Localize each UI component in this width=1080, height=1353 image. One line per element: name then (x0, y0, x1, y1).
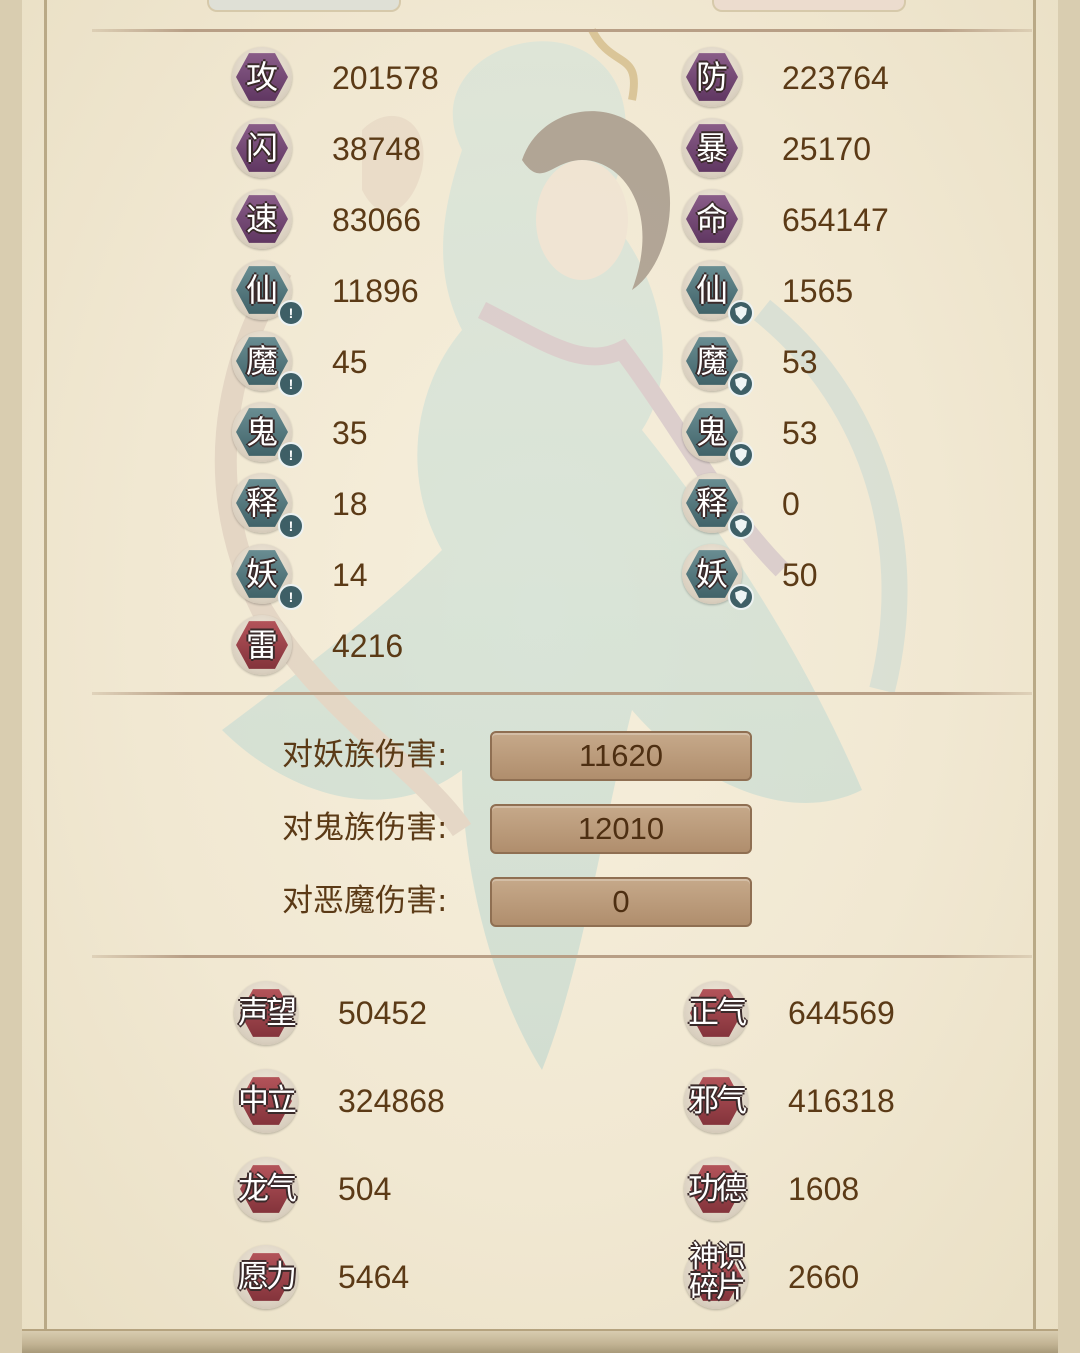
reputation-label: 神识碎片 (689, 1240, 746, 1305)
shield-icon (728, 371, 754, 397)
shield-icon (728, 300, 754, 326)
shield-shape (735, 590, 747, 604)
shield-shape (735, 448, 747, 462)
frame-bottom-bar (22, 1329, 1058, 1353)
stat-value: 11896 (332, 273, 419, 309)
divider-middle (92, 692, 1032, 695)
stat-value: 50 (782, 557, 818, 593)
stat-badge: 魔! (232, 331, 304, 397)
stat-label: 闪 (245, 129, 278, 167)
divider-bottom (92, 955, 1032, 958)
frame-border-right (1033, 0, 1036, 1353)
reputation-label: 龙气 (238, 1171, 297, 1207)
stat-value: 14 (332, 557, 368, 593)
shield-icon (728, 442, 754, 468)
stat-value: 4216 (332, 628, 404, 664)
stat-value: 201578 (332, 60, 439, 96)
stat-value: 18 (332, 486, 368, 522)
stat-value: 53 (782, 344, 818, 380)
stat-badge: 释 (682, 473, 754, 539)
stat-label: 命 (695, 200, 728, 238)
shield-icon (728, 513, 754, 539)
damage-value-box: 12010 (490, 804, 752, 854)
damage-value-box: 11620 (490, 731, 752, 781)
stat-badge: 攻 (232, 47, 292, 107)
reputation-value: 2660 (788, 1259, 860, 1295)
reputation-label: 愿力 (238, 1259, 297, 1295)
stat-badge: 鬼! (232, 402, 304, 468)
exclamation-icon: ! (278, 513, 304, 539)
stat-badge: 释! (232, 473, 304, 539)
stat-badge: 魔 (682, 331, 754, 397)
reputation-value: 50452 (338, 995, 427, 1031)
stat-badge: 妖 (682, 544, 754, 610)
reputation-value: 1608 (788, 1171, 860, 1207)
reputation-label: 功德 (688, 1171, 747, 1207)
stat-value: 1565 (782, 273, 854, 309)
stat-value: 0 (782, 486, 800, 522)
reputation-value: 644569 (788, 995, 895, 1031)
stat-badge: 鬼 (682, 402, 754, 468)
stat-badge: 仙! (232, 260, 304, 326)
reputation-label: 声望 (238, 995, 297, 1031)
stat-value: 83066 (332, 202, 421, 238)
shield-icon (728, 584, 754, 610)
frame-border-left (44, 0, 47, 1353)
stat-label: 暴 (695, 129, 728, 167)
reputation-label: 邪气 (688, 1083, 747, 1119)
stat-value: 38748 (332, 131, 421, 167)
stat-value: 35 (332, 415, 368, 451)
shield-shape (735, 306, 747, 320)
stat-label: 防 (695, 58, 728, 96)
stat-badge: 命 (682, 189, 742, 249)
exclamation-icon: ! (278, 300, 304, 326)
stat-badge: 雷 (232, 615, 292, 675)
divider-top (92, 29, 1032, 32)
stat-badge: 暴 (682, 118, 742, 178)
damage-label: 对恶魔伤害: (282, 883, 448, 919)
reputation-value: 324868 (338, 1083, 445, 1119)
reputation-label: 正气 (688, 995, 747, 1031)
exclamation-icon: ! (278, 442, 304, 468)
stat-badge: 仙 (682, 260, 754, 326)
stat-badge: 妖! (232, 544, 304, 610)
reputation-value: 416318 (788, 1083, 895, 1119)
damage-value-box: 0 (490, 877, 752, 927)
stat-value: 45 (332, 344, 368, 380)
stat-value: 654147 (782, 202, 889, 238)
stat-value: 223764 (782, 60, 889, 96)
shield-shape (735, 377, 747, 391)
stat-badge: 防 (682, 47, 742, 107)
exclamation-icon: ! (278, 584, 304, 610)
reputation-label: 中立 (238, 1083, 297, 1119)
reputation-value: 504 (338, 1171, 392, 1207)
stat-label: 速 (245, 200, 278, 238)
stat-label: 雷 (245, 626, 278, 664)
exclamation-icon: ! (278, 371, 304, 397)
stat-value: 25170 (782, 131, 871, 167)
shield-shape (735, 519, 747, 533)
stat-badge: 闪 (232, 118, 292, 178)
stat-label: 攻 (245, 58, 278, 96)
stats-panel: 攻 201578 闪 38748 速 83066 仙! 11896 魔! 45 鬼! 35 释! 18 妖!… (0, 0, 1080, 1353)
damage-label: 对鬼族伤害: (282, 810, 448, 846)
damage-label: 对妖族伤害: (282, 737, 448, 773)
stat-badge: 速 (232, 189, 292, 249)
stat-value: 53 (782, 415, 818, 451)
reputation-value: 5464 (338, 1259, 410, 1295)
